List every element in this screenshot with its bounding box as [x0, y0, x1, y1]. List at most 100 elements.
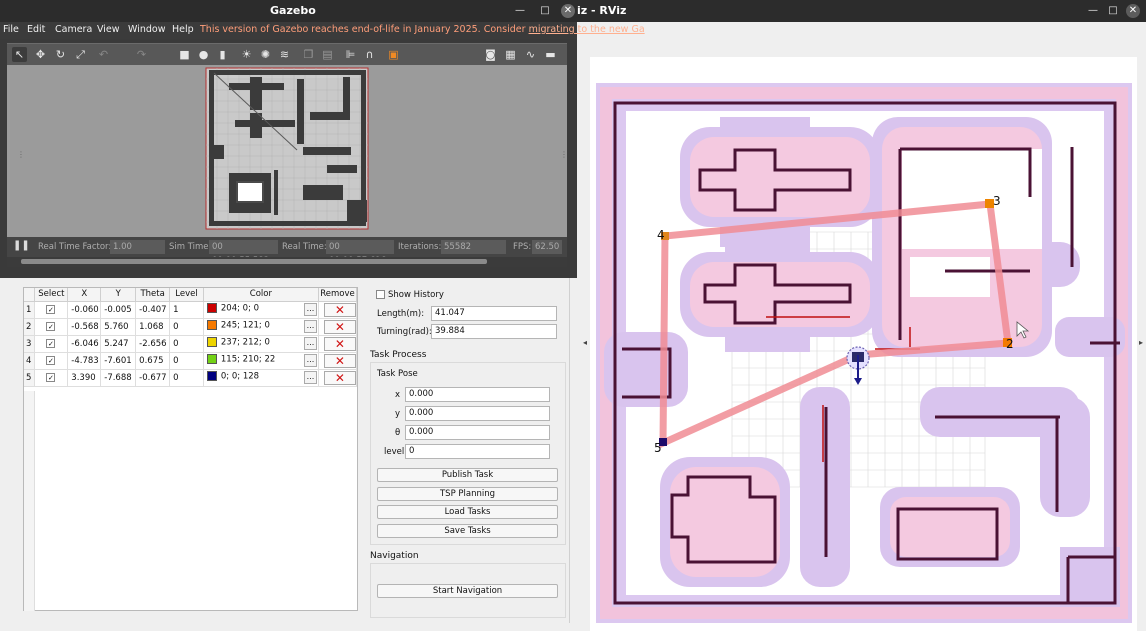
show-history-checkbox[interactable] [376, 290, 385, 299]
close-icon[interactable]: ✕ [1126, 4, 1140, 18]
menu-help[interactable]: Help [172, 24, 194, 35]
select-checkbox[interactable]: ✓ [34, 335, 69, 353]
color-picker-button[interactable]: ... [303, 303, 317, 316]
maximize-icon[interactable]: □ [538, 4, 552, 18]
color-picker-button[interactable]: ... [303, 371, 317, 384]
remove-button[interactable]: ✕ [323, 319, 356, 334]
menu-edit[interactable]: Edit [27, 24, 45, 35]
cell-level[interactable]: 0 [169, 369, 204, 387]
scale-mode-icon[interactable]: ⤢ [73, 47, 88, 62]
pose-level-field[interactable]: 0 [405, 444, 550, 459]
minimize-icon[interactable]: — [513, 4, 527, 18]
copy-icon[interactable]: ❐ [301, 47, 316, 62]
cylinder-shape-icon[interactable]: ▮ [215, 47, 230, 62]
align-icon[interactable]: ⊫ [343, 47, 358, 62]
gazebo-timeline-scrollbar[interactable] [7, 257, 567, 267]
select-checkbox[interactable]: ✓ [34, 352, 69, 370]
directional-light-icon[interactable]: ≋ [277, 47, 292, 62]
box-shape-icon[interactable]: ■ [177, 47, 192, 62]
remove-button[interactable]: ✕ [323, 353, 356, 368]
cell-x[interactable]: -0.060 [67, 301, 102, 319]
pose-y-field[interactable]: 0.000 [405, 406, 550, 421]
cell-x[interactable]: 3.390 [67, 369, 102, 387]
sphere-shape-icon[interactable]: ● [196, 47, 211, 62]
cell-color[interactable]: 245; 121; 0... [203, 318, 319, 336]
cell-color[interactable]: 115; 210; 22... [203, 352, 319, 370]
table-row[interactable]: 1 ✓ -0.060 -0.005 -0.407 1 204; 0; 0... … [24, 301, 358, 319]
record-video-icon[interactable]: ▬ [543, 47, 558, 62]
point-light-icon[interactable]: ☀ [239, 47, 254, 62]
color-picker-button[interactable]: ... [303, 320, 317, 333]
color-picker-button[interactable]: ... [303, 354, 317, 367]
cell-color[interactable]: 0; 0; 128... [203, 369, 319, 387]
cell-level[interactable]: 0 [169, 352, 204, 370]
menu-camera[interactable]: Camera [55, 24, 92, 35]
publish-task-button[interactable]: Publish Task [377, 468, 558, 482]
paste-icon[interactable]: ▤ [320, 47, 335, 62]
cell-y[interactable]: -7.688 [100, 369, 137, 387]
cell-theta[interactable]: 0.675 [135, 352, 171, 370]
minimize-icon[interactable]: — [1086, 4, 1100, 18]
undo-icon[interactable]: ↶ [96, 47, 111, 62]
turning-field[interactable]: 39.884 [431, 324, 557, 339]
pose-x-field[interactable]: 0.000 [405, 387, 550, 402]
cell-y[interactable]: 5.760 [100, 318, 137, 336]
cell-x[interactable]: -6.046 [67, 335, 102, 353]
remove-button[interactable]: ✕ [323, 370, 356, 385]
remove-button[interactable]: ✕ [323, 336, 356, 351]
cell-theta[interactable]: -2.656 [135, 335, 171, 353]
gazebo-3d-scene[interactable]: ⋮ ⋮ [7, 65, 567, 237]
menu-file[interactable]: File [3, 24, 19, 35]
screenshot-icon[interactable]: ◙ [483, 47, 498, 62]
table-row[interactable]: 4 ✓ -4.783 -7.601 0.675 0 115; 210; 22..… [24, 352, 358, 370]
close-icon[interactable]: ✕ [561, 4, 575, 18]
select-mode-icon[interactable]: ↖ [12, 47, 27, 62]
maximize-icon[interactable]: □ [1106, 4, 1120, 18]
migration-link[interactable]: migrating to the new Ga [529, 24, 645, 35]
cell-theta[interactable]: -0.677 [135, 369, 171, 387]
table-row[interactable]: 5 ✓ 3.390 -7.688 -0.677 0 0; 0; 128... ✕ [24, 369, 358, 387]
menu-window[interactable]: Window [128, 24, 165, 35]
cell-level[interactable]: 0 [169, 335, 204, 353]
select-checkbox[interactable]: ✓ [34, 369, 69, 387]
plot-icon[interactable]: ∿ [523, 47, 538, 62]
length-field[interactable]: 41.047 [431, 306, 557, 321]
spot-light-icon[interactable]: ✺ [258, 47, 273, 62]
col-remove[interactable]: Remove [318, 288, 358, 302]
cell-level[interactable]: 1 [169, 301, 204, 319]
col-y[interactable]: Y [100, 288, 137, 302]
cell-y[interactable]: -7.601 [100, 352, 137, 370]
cell-y[interactable]: 5.247 [100, 335, 137, 353]
menu-view[interactable]: View [97, 24, 120, 35]
cell-x[interactable]: -0.568 [67, 318, 102, 336]
cell-level[interactable]: 0 [169, 318, 204, 336]
col-x[interactable]: X [67, 288, 102, 302]
change-view-icon[interactable]: ▣ [386, 47, 401, 62]
costmap-canvas[interactable]: 2 3 4 5 [590, 57, 1137, 631]
translate-mode-icon[interactable]: ✥ [33, 47, 48, 62]
cell-color[interactable]: 237; 212; 0... [203, 335, 319, 353]
rotate-mode-icon[interactable]: ↻ [53, 47, 68, 62]
load-tasks-button[interactable]: Load Tasks [377, 505, 558, 519]
select-checkbox[interactable]: ✓ [34, 318, 69, 336]
col-color[interactable]: Color [203, 288, 319, 302]
save-tasks-button[interactable]: Save Tasks [377, 524, 558, 538]
log-icon[interactable]: ▦ [503, 47, 518, 62]
gazebo-scene-canvas[interactable]: ⋮ ⋮ [7, 65, 567, 237]
splitter-left-arrow-icon[interactable]: ◂ [583, 338, 587, 347]
scrollbar-thumb[interactable] [21, 259, 487, 264]
pose-theta-field[interactable]: 0.000 [405, 425, 550, 440]
pause-icon[interactable]: ❚❚ [13, 240, 30, 251]
cell-theta[interactable]: -0.407 [135, 301, 171, 319]
start-navigation-button[interactable]: Start Navigation [377, 584, 558, 598]
splitter-right-arrow-icon[interactable]: ▸ [1139, 338, 1143, 347]
tsp-planning-button[interactable]: TSP Planning [377, 487, 558, 501]
col-select[interactable]: Select [34, 288, 69, 302]
table-row[interactable]: 3 ✓ -6.046 5.247 -2.656 0 237; 212; 0...… [24, 335, 358, 353]
col-level[interactable]: Level [169, 288, 204, 302]
snap-icon[interactable]: ∩ [362, 47, 377, 62]
redo-icon[interactable]: ↷ [134, 47, 149, 62]
table-row[interactable]: 2 ✓ -0.568 5.760 1.068 0 245; 121; 0... … [24, 318, 358, 336]
task-table[interactable]: Select X Y Theta Level Color Remove 1 ✓ … [23, 287, 358, 611]
rviz-map-view[interactable]: 2 3 4 5 [590, 57, 1137, 631]
